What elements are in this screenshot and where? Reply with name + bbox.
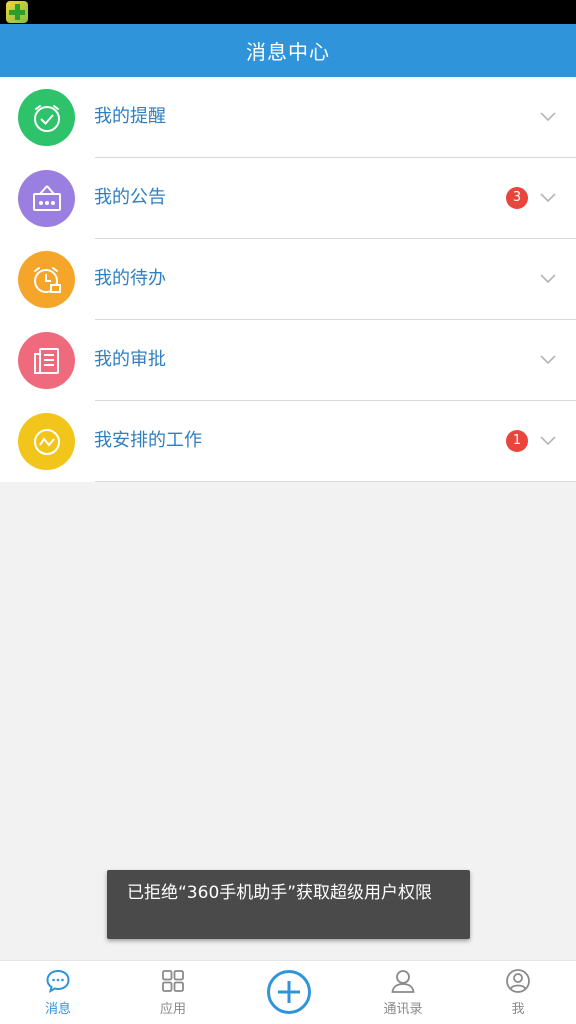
grid-icon: [162, 970, 184, 992]
bottom-tab-bar: 消息 应用 通讯录 我: [0, 960, 576, 1024]
chevron-down-icon[interactable]: [539, 350, 557, 368]
tab-label: 通讯录: [383, 1002, 423, 1017]
list-item-reminders[interactable]: 我的提醒: [0, 77, 576, 158]
chat-bubble-icon: [46, 969, 70, 993]
alarm-check-icon: [18, 89, 75, 146]
toast-text: 已拒绝“360手机助手”获取超级用户权限: [127, 883, 433, 903]
profile-circle-icon: [506, 969, 530, 993]
chevron-down-icon[interactable]: [539, 269, 557, 287]
tab-label: 应用: [159, 1002, 186, 1017]
add-button[interactable]: [266, 969, 312, 1015]
tab-label: 我: [511, 1002, 525, 1017]
list-item-label: 我的待办: [94, 268, 166, 289]
document-icon: [18, 332, 75, 389]
divider: [95, 481, 576, 482]
list-item-label: 我的审批: [94, 349, 166, 370]
list-item-label: 我的提醒: [94, 106, 166, 127]
page-title: 消息中心: [246, 40, 330, 64]
toast-message: 已拒绝“360手机助手”获取超级用户权限: [107, 870, 470, 939]
header: 消息中心: [0, 24, 576, 77]
person-icon: [391, 970, 415, 993]
list-item-label: 我安排的工作: [94, 430, 202, 451]
activity-icon: [18, 413, 75, 470]
chevron-down-icon[interactable]: [539, 107, 557, 125]
list-item-todo[interactable]: 我的待办: [0, 239, 576, 320]
chevron-down-icon[interactable]: [539, 188, 557, 206]
list-item-label: 我的公告: [94, 187, 166, 208]
unread-count-badge: 3: [506, 187, 528, 209]
message-list: 我的提醒 我的公告 3 我的待办 我的审批 我安排的工作 1: [0, 77, 576, 482]
tab-label: 消息: [44, 1002, 71, 1017]
status-bar: [0, 0, 576, 24]
tab-apps[interactable]: 应用: [133, 961, 213, 1024]
tab-me[interactable]: 我: [478, 961, 558, 1024]
notice-board-icon: [18, 170, 75, 227]
list-item-approvals[interactable]: 我的审批: [0, 320, 576, 401]
unread-count-badge: 1: [506, 430, 528, 452]
list-item-assigned-work[interactable]: 我安排的工作 1: [0, 401, 576, 482]
list-item-announcements[interactable]: 我的公告 3: [0, 158, 576, 239]
app-360-icon: [6, 1, 28, 23]
tab-messages[interactable]: 消息: [18, 961, 98, 1024]
alarm-clock-icon: [18, 251, 75, 308]
tab-contacts[interactable]: 通讯录: [363, 961, 443, 1024]
chevron-down-icon[interactable]: [539, 431, 557, 449]
